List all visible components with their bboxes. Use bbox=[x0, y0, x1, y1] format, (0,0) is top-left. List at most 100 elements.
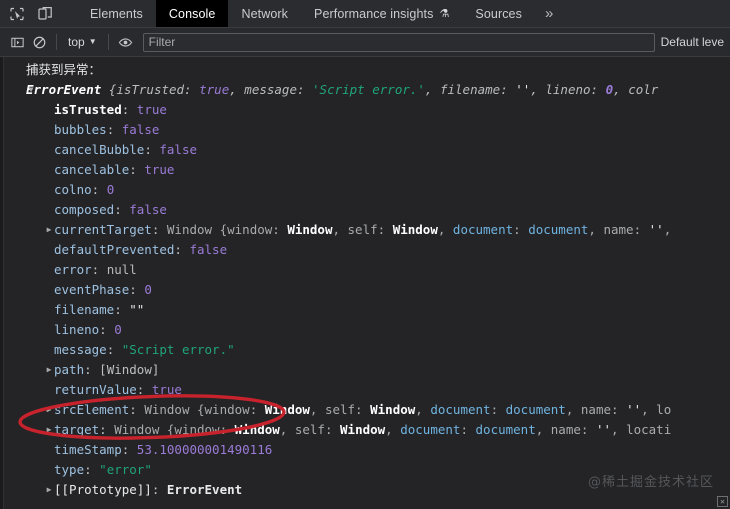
property-key: srcElement bbox=[54, 402, 130, 417]
property-key: defaultPrevented bbox=[54, 242, 175, 257]
property-key: bubbles bbox=[54, 122, 107, 137]
console-property-row[interactable]: ▶ target: Window {window: Window, self: W… bbox=[4, 420, 730, 440]
property-value: "Script error." bbox=[121, 342, 235, 357]
console-property-row[interactable]: ▶ currentTarget: Window {window: Window, … bbox=[4, 220, 730, 240]
property-key: message bbox=[54, 342, 107, 357]
console-toolbar: top ▼ Default leve bbox=[0, 28, 730, 57]
execution-context-value: top bbox=[68, 35, 85, 49]
devtools-tabbar: Elements Console Network Performance ins… bbox=[0, 0, 730, 28]
console-property-row[interactable]: composed: false bbox=[4, 200, 730, 220]
property-key: composed bbox=[54, 202, 115, 217]
error-event-header[interactable]: ▼ ErrorEvent {isTrusted: true, message: '… bbox=[4, 80, 730, 100]
expand-arrow-icon[interactable]: ▶ bbox=[44, 400, 54, 420]
property-value: Window {window: Window, self: Window, do… bbox=[114, 422, 672, 437]
clear-console-icon[interactable] bbox=[28, 31, 50, 53]
property-key: target bbox=[54, 422, 100, 437]
tab-sources-label: Sources bbox=[475, 6, 522, 21]
error-event-name: ErrorEvent bbox=[26, 82, 109, 97]
property-key: isTrusted bbox=[54, 102, 122, 117]
tab-performance-insights[interactable]: Performance insights ⚗ bbox=[301, 0, 462, 27]
close-icon: ✕ bbox=[717, 496, 728, 507]
property-key: returnValue bbox=[54, 382, 137, 397]
property-value: false bbox=[189, 242, 228, 257]
console-output[interactable]: 捕获到异常： ▼ ErrorEvent {isTrusted: true, mess… bbox=[0, 57, 730, 509]
console-property-row[interactable]: message: "Script error." bbox=[4, 340, 730, 360]
live-expression-icon[interactable] bbox=[115, 31, 137, 53]
tab-console-label: Console bbox=[168, 6, 216, 21]
console-property-row[interactable]: cancelBubble: false bbox=[4, 140, 730, 160]
property-value: "error" bbox=[99, 462, 152, 477]
console-log-lines: 捕获到异常： ▼ ErrorEvent {isTrusted: true, mess… bbox=[4, 60, 730, 500]
property-key: filename bbox=[54, 302, 115, 317]
property-value: true bbox=[144, 162, 175, 177]
console-property-row[interactable]: returnValue: true bbox=[4, 380, 730, 400]
expand-arrow-icon[interactable]: ▶ bbox=[44, 420, 54, 440]
flask-icon: ⚗ bbox=[439, 8, 450, 20]
property-value: 0 bbox=[106, 182, 115, 197]
property-value: false bbox=[129, 202, 167, 217]
toolbar-divider-2 bbox=[107, 34, 109, 50]
property-key: path bbox=[54, 362, 85, 377]
console-sidebar-icon[interactable] bbox=[6, 31, 28, 53]
console-property-row[interactable]: colno: 0 bbox=[4, 180, 730, 200]
prototype-value: ErrorEvent bbox=[166, 482, 243, 497]
tab-elements-label: Elements bbox=[90, 6, 143, 21]
error-event-preview: {isTrusted: true, message: 'Script error… bbox=[108, 82, 659, 97]
console-intro-line: 捕获到异常： bbox=[26, 62, 102, 77]
expand-arrow-icon[interactable]: ▶ bbox=[44, 480, 54, 500]
device-toolbar-icon[interactable] bbox=[36, 5, 54, 23]
toolbar-divider-1 bbox=[56, 34, 57, 50]
property-key: eventPhase bbox=[54, 282, 130, 297]
tab-sources[interactable]: Sources bbox=[462, 0, 535, 27]
tab-performance-insights-label: Performance insights bbox=[314, 6, 434, 21]
property-value: "" bbox=[129, 302, 145, 317]
console-property-row[interactable]: filename: "" bbox=[4, 300, 730, 320]
console-property-row[interactable]: isTrusted: true bbox=[4, 100, 730, 120]
expand-arrow-icon[interactable]: ▶ bbox=[44, 220, 54, 240]
property-value: true bbox=[151, 382, 182, 397]
prototype-key: [[Prototype]] bbox=[54, 482, 152, 497]
console-property-row[interactable]: ▶ srcElement: Window {window: Window, sel… bbox=[4, 400, 730, 420]
tab-console[interactable]: Console bbox=[155, 0, 229, 27]
property-value: false bbox=[159, 142, 198, 157]
tab-elements[interactable]: Elements bbox=[77, 0, 156, 27]
property-key: colno bbox=[54, 182, 92, 197]
property-key: currentTarget bbox=[54, 222, 152, 237]
execution-context-selector[interactable]: top ▼ bbox=[63, 33, 102, 51]
property-key: timeStamp bbox=[54, 442, 122, 457]
console-property-row[interactable]: bubbles: false bbox=[4, 120, 730, 140]
property-value: false bbox=[121, 122, 160, 137]
chevron-down-icon: ▼ bbox=[88, 37, 97, 46]
tab-network-label: Network bbox=[241, 6, 289, 21]
property-value: Window {window: Window, self: Window, do… bbox=[144, 402, 672, 417]
more-tabs-button[interactable]: » bbox=[535, 0, 563, 27]
property-key: cancelBubble bbox=[54, 142, 145, 157]
console-property-row[interactable]: defaultPrevented: false bbox=[4, 240, 730, 260]
console-property-row[interactable]: error: null bbox=[4, 260, 730, 280]
property-value: [Window] bbox=[99, 362, 160, 377]
console-property-row[interactable]: lineno: 0 bbox=[4, 320, 730, 340]
watermark: @稀土掘金技术社区 bbox=[587, 475, 714, 490]
devtools-window: Elements Console Network Performance ins… bbox=[0, 0, 730, 509]
console-property-row[interactable]: cancelable: true bbox=[4, 160, 730, 180]
expand-arrow-icon[interactable]: ▼ bbox=[26, 80, 36, 100]
console-property-row[interactable]: ▶ path: [Window] bbox=[4, 360, 730, 380]
tab-network[interactable]: Network bbox=[228, 0, 301, 27]
property-value: 0 bbox=[114, 322, 122, 337]
property-value: true bbox=[136, 102, 167, 117]
tabbar-tool-icons bbox=[0, 0, 77, 27]
console-property-row[interactable]: timeStamp: 53.100000001490116 bbox=[4, 440, 730, 460]
property-key: error bbox=[54, 262, 92, 277]
log-levels-selector[interactable]: Default leve bbox=[661, 35, 730, 49]
property-value: null bbox=[106, 262, 137, 277]
inspect-element-icon[interactable] bbox=[8, 5, 26, 23]
filter-input[interactable] bbox=[142, 32, 655, 52]
console-property-row[interactable]: eventPhase: 0 bbox=[4, 280, 730, 300]
property-value: Window {window: Window, self: Window, do… bbox=[166, 222, 672, 237]
devtools-tab-list: Elements Console Network Performance ins… bbox=[77, 0, 563, 27]
property-value: 0 bbox=[144, 282, 152, 297]
expand-arrow-icon[interactable]: ▶ bbox=[44, 360, 54, 380]
property-key: lineno bbox=[54, 322, 100, 337]
property-key: cancelable bbox=[54, 162, 130, 177]
property-value: 53.100000001490116 bbox=[136, 442, 273, 457]
